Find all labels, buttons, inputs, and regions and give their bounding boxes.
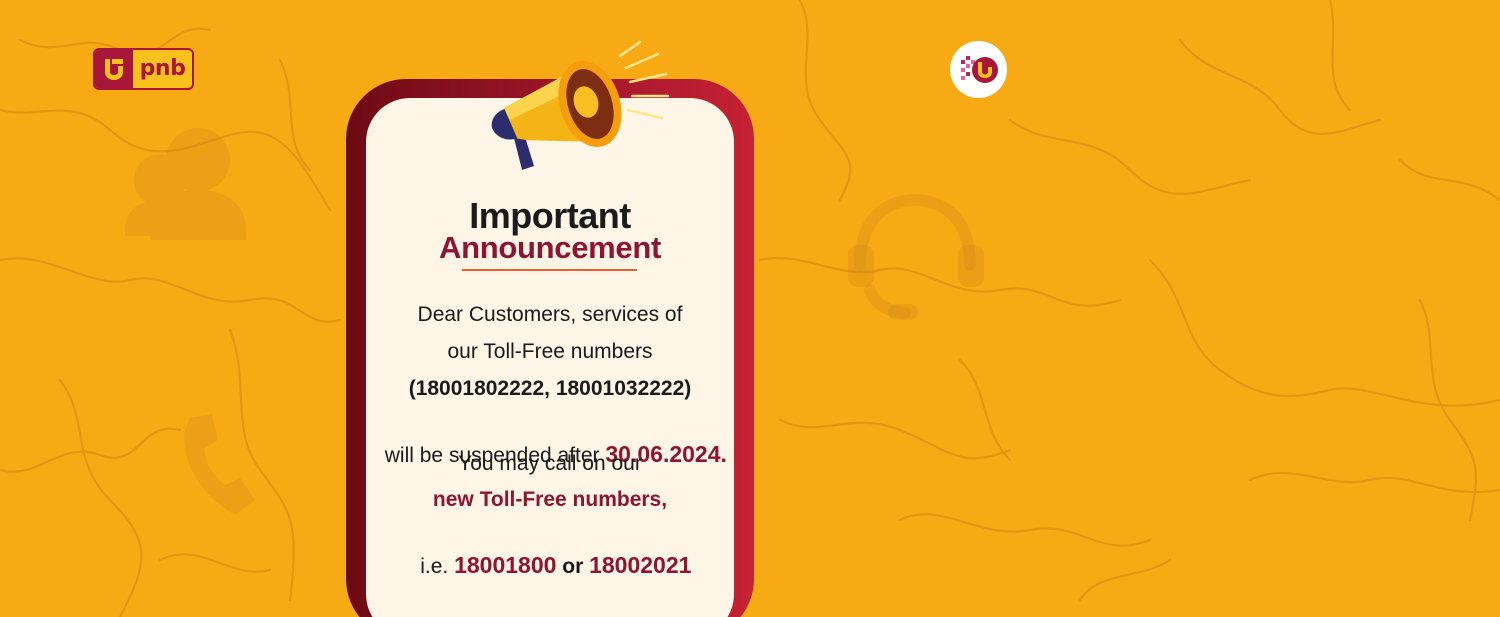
message-line-5: You may call on our [458,452,642,475]
message-line-2: our Toll-Free numbers [447,340,653,363]
title-divider [462,269,637,271]
support-agent-icon [125,128,246,240]
pnb-logo-icon [95,50,133,88]
message-line-1: Dear Customers, services of [417,303,683,326]
old-toll-free-numbers: (18001802222, 18001032222) [408,377,692,400]
message-line-7: i.e. 18001800 or 18002021 [366,523,734,581]
or-text: or [556,555,590,578]
headset-icon [854,193,976,319]
new-number-1[interactable]: 18001800 [454,552,556,578]
title-announcement: Announcement [438,230,661,265]
new-number-2[interactable]: 18002021 [589,552,691,578]
new-numbers-heading: new Toll-Free numbers, [432,488,668,511]
pnb-round-badge-icon [950,41,1007,98]
megaphone-icon [491,40,670,170]
ie-text: i.e. [420,555,455,578]
logo-text: pnb [139,56,186,81]
pnb-logo[interactable]: pnb [93,48,194,90]
